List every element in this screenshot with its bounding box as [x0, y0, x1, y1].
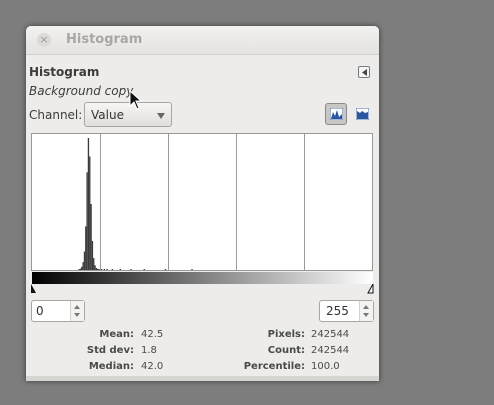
tab-menu-icon[interactable] — [358, 66, 370, 78]
histogram-bar — [164, 269, 167, 270]
histogram-bar — [87, 138, 90, 270]
histogram-bar — [86, 172, 88, 270]
histogram-bar — [103, 269, 106, 270]
channel-value: Value — [91, 108, 124, 122]
close-icon[interactable]: × — [37, 33, 51, 47]
histogram-bar — [89, 156, 91, 270]
channel-label: Channel: — [29, 108, 83, 122]
median-value: 42.0 — [141, 361, 164, 372]
std-dev-value: 1.8 — [141, 345, 157, 356]
histogram-bar — [97, 268, 99, 270]
chevron-down-icon[interactable] — [363, 313, 369, 317]
chevron-up-icon[interactable] — [74, 305, 80, 309]
low-range-handle — [31, 284, 36, 293]
range-low-spinbox[interactable]: 0 — [31, 300, 85, 322]
layer-name: Background copy — [29, 84, 134, 98]
histogram-view[interactable] — [31, 133, 373, 271]
log-histogram-icon — [356, 108, 369, 120]
percentile-label: Percentile: — [243, 361, 305, 372]
mean-value: 42.5 — [141, 329, 164, 340]
chevron-down-icon[interactable] — [74, 313, 80, 317]
chevron-up-icon[interactable] — [363, 305, 369, 309]
high-range-handle — [367, 284, 374, 294]
histogram-bar — [119, 269, 121, 270]
range-low-stepper[interactable] — [70, 301, 84, 321]
histogram-bar — [130, 269, 132, 270]
title-bar[interactable]: × Histogram — [26, 26, 379, 55]
dock-title: Histogram — [29, 65, 100, 79]
value-gradient-bar — [32, 272, 373, 284]
histogram-window: × Histogram Histogram Background copy Ch… — [26, 26, 379, 381]
chevron-down-icon — [157, 113, 165, 119]
percentile-value: 100.0 — [311, 361, 340, 372]
histogram-bar — [94, 265, 96, 270]
count-label: Count: — [267, 345, 305, 356]
histogram-bar — [93, 258, 95, 270]
pixels-label: Pixels: — [267, 329, 305, 340]
range-high-stepper[interactable] — [359, 301, 373, 321]
histogram-bar — [91, 240, 94, 270]
mouse-cursor-icon — [129, 90, 143, 110]
log-histogram-button[interactable] — [351, 103, 373, 125]
range-high-spinbox[interactable]: 255 — [319, 300, 374, 322]
histogram-bar — [101, 269, 103, 270]
histogram-bar — [83, 251, 86, 270]
histogram-bar — [85, 226, 87, 270]
range-handles[interactable] — [30, 284, 375, 294]
histogram-bar — [82, 262, 84, 270]
linear-histogram-button[interactable] — [325, 103, 347, 125]
histogram-bar — [78, 269, 80, 270]
histogram-bar — [81, 266, 83, 270]
histogram-bar — [90, 204, 92, 270]
median-label: Median: — [88, 361, 134, 372]
bottom-edge — [26, 376, 379, 381]
range-high-value: 255 — [326, 304, 349, 318]
histogram-bar — [95, 268, 98, 270]
mean-label: Mean: — [99, 329, 134, 340]
histogram-bar — [79, 268, 82, 270]
linear-histogram-icon — [330, 108, 343, 120]
histogram-bar — [143, 269, 145, 270]
histogram-bar — [106, 269, 108, 270]
std-dev-label: Std dev: — [86, 345, 134, 356]
histogram-chart — [78, 134, 305, 270]
count-value: 242544 — [311, 345, 350, 356]
histogram-bar — [111, 269, 114, 270]
window-title: Histogram — [66, 32, 143, 47]
histogram-bar — [191, 269, 193, 270]
range-low-value: 0 — [36, 304, 44, 318]
pixels-value: 242544 — [311, 329, 350, 340]
channel-select[interactable]: Value — [84, 102, 172, 127]
histogram-bar — [98, 269, 100, 270]
